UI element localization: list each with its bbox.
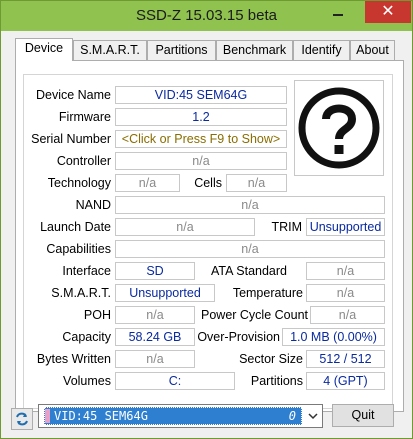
- drive-select-index: 0: [288, 409, 296, 423]
- power-cycle-count-value: n/a: [310, 306, 385, 324]
- ata-standard-label: ATA Standard: [211, 264, 287, 278]
- technology-label: Technology: [47, 176, 111, 190]
- refresh-icon: [16, 412, 28, 426]
- smart-value: Unsupported: [115, 284, 215, 302]
- drive-select-text: VID:45 SEM64G: [54, 409, 148, 423]
- temperature-label: Temperature: [232, 286, 303, 300]
- drive-select[interactable]: VID:45 SEM64G 0: [38, 404, 323, 428]
- device-panel: Device Name VID:45 SEM64G Firmware 1.2 S…: [15, 60, 404, 412]
- device-image: [294, 80, 384, 176]
- drive-select-value: VID:45 SEM64G 0: [44, 407, 302, 425]
- capacity-label: Capacity: [62, 330, 111, 344]
- trim-label: TRIM: [271, 220, 302, 234]
- launch-date-label: Launch Date: [40, 220, 111, 234]
- minimize-button[interactable]: [324, 1, 352, 23]
- device-name-value: VID:45 SEM64G: [115, 86, 287, 104]
- ata-standard-value: n/a: [306, 262, 385, 280]
- sector-size-label: Sector Size: [239, 352, 303, 366]
- tab-about[interactable]: About: [350, 40, 395, 60]
- firmware-value: 1.2: [115, 108, 287, 126]
- partitions-value: 4 (GPT): [306, 372, 385, 390]
- device-name-label: Device Name: [35, 88, 111, 102]
- bytes-written-value: n/a: [115, 350, 195, 368]
- power-cycle-count-label: Power Cycle Count: [201, 308, 308, 322]
- serial-number-value[interactable]: <Click or Press F9 to Show>: [115, 130, 287, 148]
- technology-value: n/a: [115, 174, 180, 192]
- over-provision-value: 1.0 MB (0.00%): [282, 328, 385, 346]
- device-info-group: Device Name VID:45 SEM64G Firmware 1.2 S…: [23, 74, 393, 409]
- firmware-label: Firmware: [58, 110, 111, 124]
- question-mark-icon: [298, 87, 380, 169]
- close-button[interactable]: ✕: [365, 1, 411, 23]
- app-window: SSD-Z 15.03.15 beta ✕ Device S.M.A.R.T. …: [0, 0, 413, 439]
- tab-identify[interactable]: Identify: [293, 40, 350, 60]
- cells-value: n/a: [226, 174, 287, 192]
- serial-number-label: Serial Number: [31, 132, 111, 146]
- poh-label: POH: [83, 308, 111, 322]
- tab-device[interactable]: Device: [15, 38, 73, 61]
- nand-value: n/a: [115, 196, 385, 214]
- tab-benchmark[interactable]: Benchmark: [216, 40, 293, 60]
- capacity-value: 58.24 GB: [115, 328, 195, 346]
- launch-date-value: n/a: [115, 218, 255, 236]
- drive-color-swatch: [45, 409, 50, 423]
- tab-smart[interactable]: S.M.A.R.T.: [73, 40, 147, 60]
- bytes-written-label: Bytes Written: [36, 352, 111, 366]
- smart-label: S.M.A.R.T.: [51, 286, 111, 300]
- temperature-value: n/a: [306, 284, 385, 302]
- controller-value: n/a: [115, 152, 287, 170]
- partitions-label: Partitions: [250, 374, 303, 388]
- volumes-value: C:: [115, 372, 235, 390]
- sector-size-value: 512 / 512: [306, 350, 385, 368]
- poh-value: n/a: [115, 306, 195, 324]
- volumes-label: Volumes: [63, 374, 111, 388]
- capabilities-label: Capabilities: [46, 242, 111, 256]
- interface-label: Interface: [62, 264, 111, 278]
- over-provision-label: Over-Provision: [197, 330, 280, 344]
- tab-partitions[interactable]: Partitions: [147, 40, 216, 60]
- client-area: Device S.M.A.R.T. Partitions Benchmark I…: [8, 31, 406, 433]
- capabilities-value: n/a: [115, 240, 385, 258]
- controller-label: Controller: [56, 154, 111, 168]
- chevron-down-icon[interactable]: [308, 411, 318, 421]
- refresh-button[interactable]: [11, 408, 33, 430]
- close-icon: ✕: [381, 3, 395, 20]
- title-bar[interactable]: SSD-Z 15.03.15 beta ✕: [1, 1, 412, 31]
- trim-value: Unsupported: [306, 218, 385, 236]
- quit-button[interactable]: Quit: [332, 404, 394, 427]
- interface-value: SD: [115, 262, 195, 280]
- cells-label: Cells: [194, 176, 222, 190]
- nand-label: NAND: [75, 198, 111, 212]
